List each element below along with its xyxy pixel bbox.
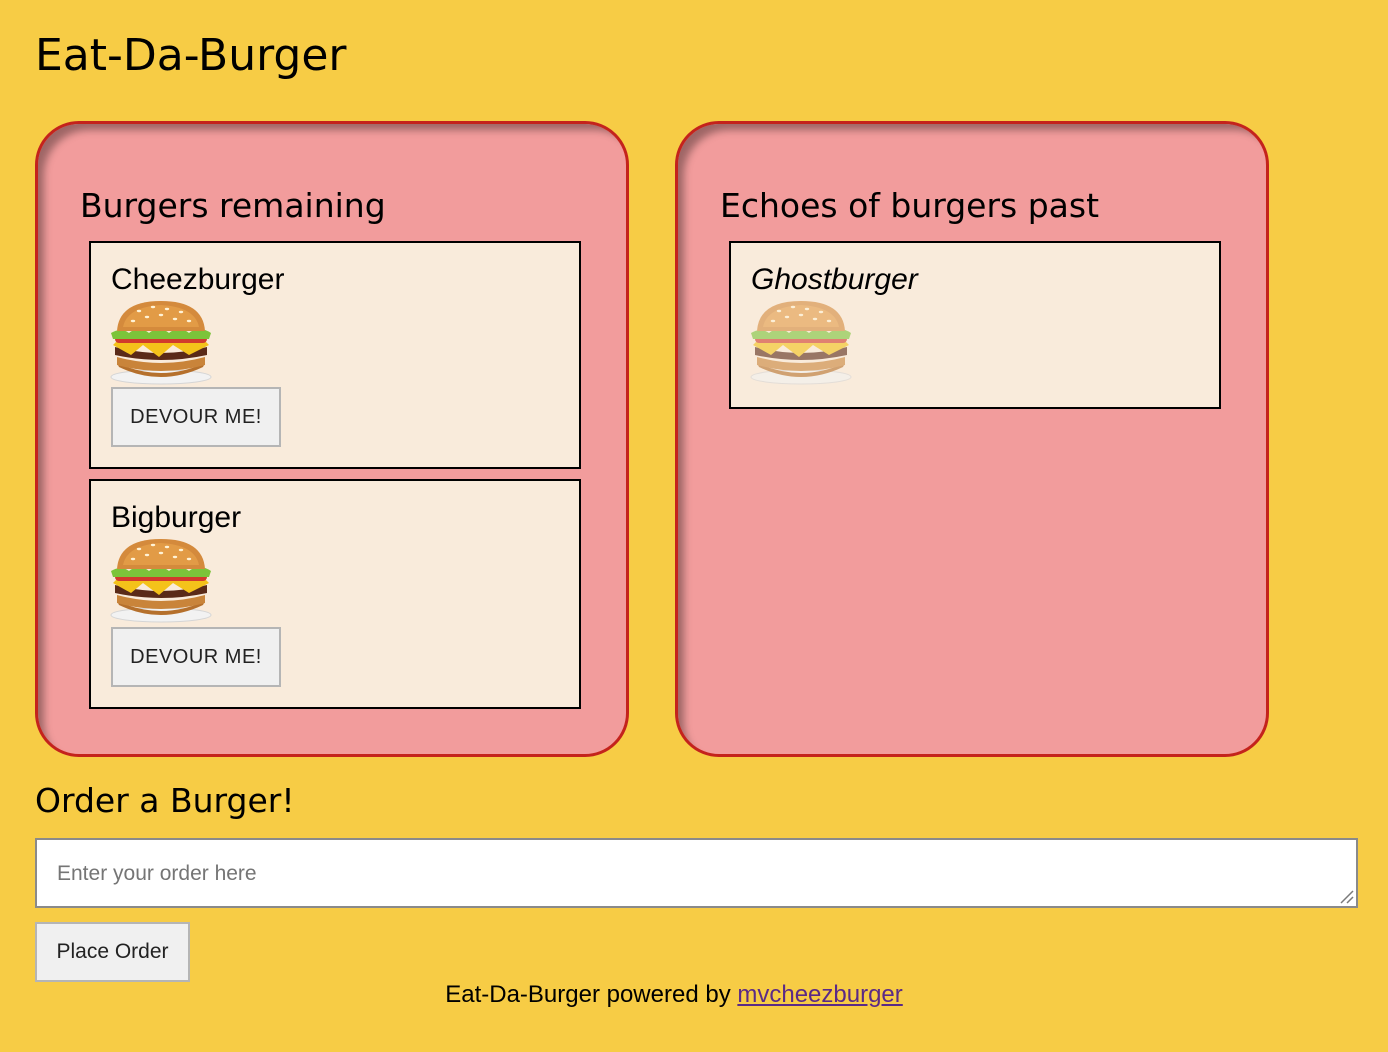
burger-name: Ghostburger <box>751 263 918 296</box>
devoured-burgers-heading: Echoes of burgers past <box>720 186 1100 225</box>
devour-button-cheezburger[interactable]: DEVOUR ME! <box>111 387 281 447</box>
burger-card-cheezburger: Cheezburger DEVOUR ME! <box>89 241 581 469</box>
page-title: Eat-Da-Burger <box>35 30 347 81</box>
burgers-remaining-panel: Burgers remaining Cheezburger DEVOUR ME!… <box>35 121 629 757</box>
order-heading: Order a Burger! <box>35 781 295 820</box>
footer-link[interactable]: mvcheezburger <box>737 981 902 1008</box>
footer-text: Eat-Da-Burger powered by <box>445 981 738 1008</box>
resize-handle-icon[interactable] <box>1338 888 1354 904</box>
place-order-button[interactable]: Place Order <box>35 922 190 982</box>
order-input[interactable] <box>35 838 1358 908</box>
devoured-burgers-panel: Echoes of burgers past Ghostburger <box>675 121 1269 757</box>
burger-card-ghostburger: Ghostburger <box>729 241 1221 409</box>
burger-icon <box>109 297 213 385</box>
devour-button-bigburger[interactable]: DEVOUR ME! <box>111 627 281 687</box>
burgers-remaining-heading: Burgers remaining <box>80 186 386 225</box>
burger-name: Cheezburger <box>111 263 285 296</box>
burger-icon <box>749 297 853 385</box>
footer: Eat-Da-Burger powered by mvcheezburger <box>0 978 1348 1012</box>
burger-name: Bigburger <box>111 501 242 534</box>
burger-card-bigburger: Bigburger DEVOUR ME! <box>89 479 581 709</box>
burger-icon <box>109 535 213 623</box>
